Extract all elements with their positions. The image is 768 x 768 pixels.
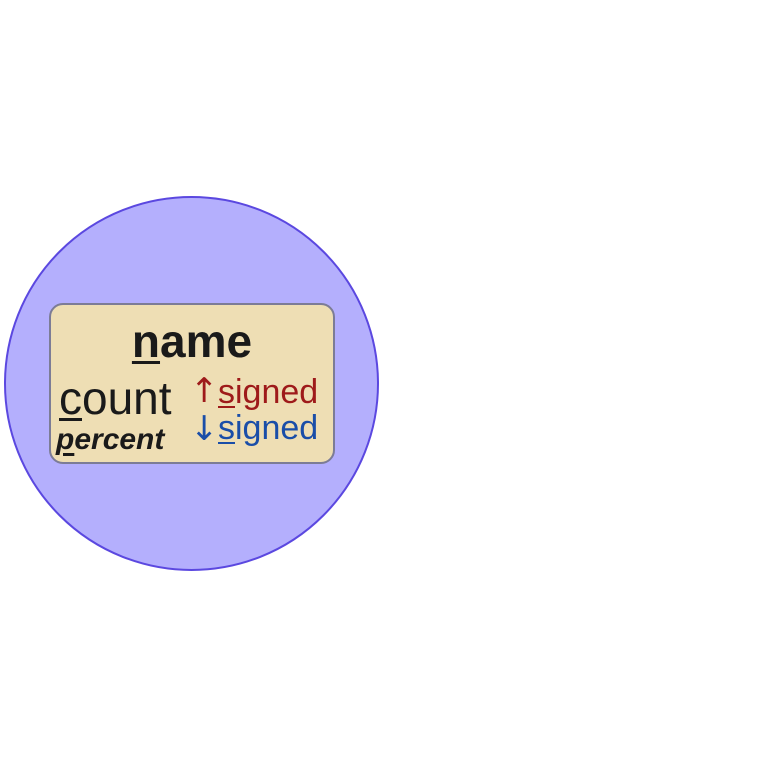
diagram-canvas: name count percent ↑ ↓ signed signed <box>0 0 768 768</box>
name-rest: ame <box>160 315 253 367</box>
signed-down-initial: s <box>218 409 235 447</box>
percent-label: percent <box>56 425 164 455</box>
arrow-down-icon: ↓ <box>190 409 219 449</box>
arrow-up-icon: ↑ <box>190 371 219 411</box>
percent-rest: ercent <box>74 423 165 456</box>
count-initial: c <box>59 372 82 424</box>
signed-up-initial: s <box>218 373 235 411</box>
count-rest: ount <box>82 372 172 424</box>
percent-initial: p <box>56 423 75 456</box>
name-initial: n <box>131 315 161 367</box>
name-label: name <box>0 318 384 364</box>
signed-down-label: signed <box>218 411 318 445</box>
count-label: count <box>59 375 172 421</box>
signed-up-rest: igned <box>235 373 319 411</box>
signed-down-rest: igned <box>235 409 319 447</box>
signed-up-label: signed <box>218 375 318 409</box>
